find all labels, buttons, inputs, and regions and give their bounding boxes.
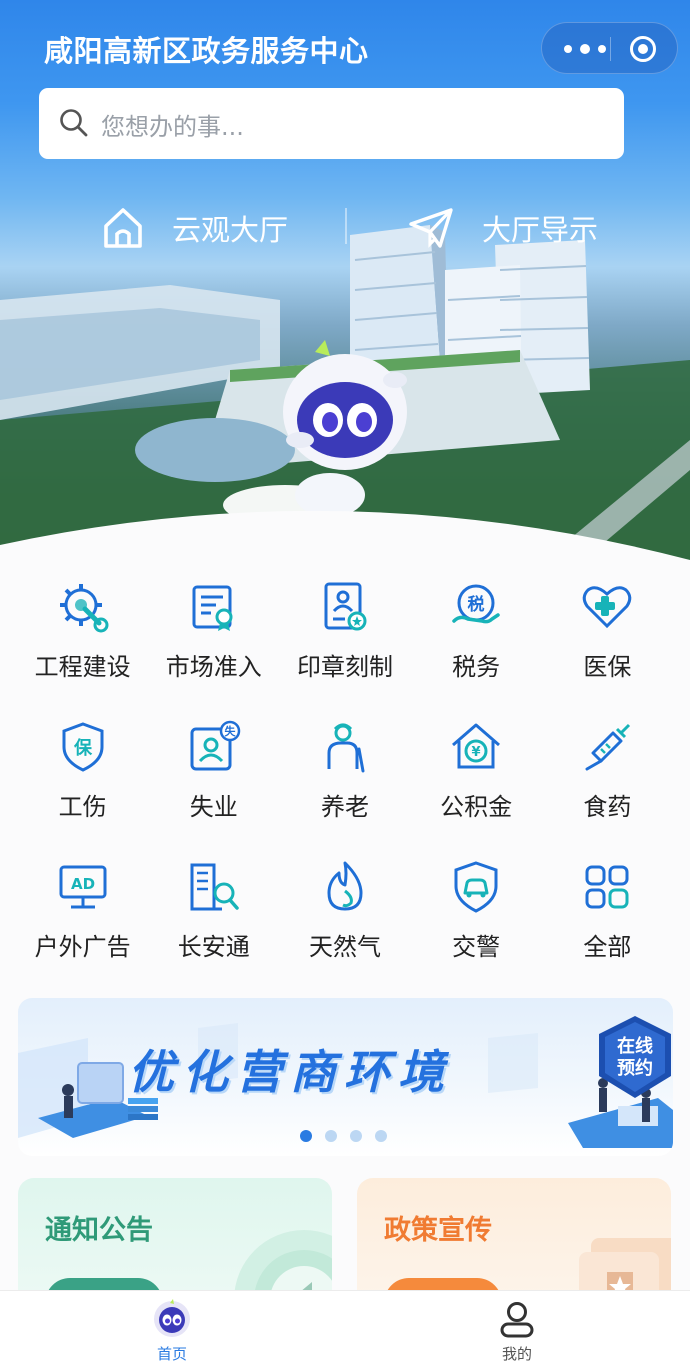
certificate-icon — [192, 585, 233, 631]
service-label: 交警 — [452, 933, 501, 961]
service-outdoor-ads[interactable]: AD 户外广告 — [17, 842, 148, 982]
pagination-dot-active[interactable] — [300, 1130, 312, 1142]
service-engineering[interactable]: 工程建设 — [17, 562, 148, 702]
notice-card-title: 通知公告 — [45, 1215, 153, 1246]
app-title: 咸阳高新区政务服务中心 — [44, 34, 369, 68]
service-label: 税务 — [452, 653, 501, 681]
quick-link-label: 云观大厅 — [172, 213, 289, 247]
paper-plane-icon — [409, 208, 453, 248]
pagination-dot[interactable] — [375, 1130, 387, 1142]
house-yen-icon: ¥ — [452, 723, 501, 769]
svg-text:税: 税 — [468, 594, 485, 615]
service-work-injury[interactable]: 保 工伤 — [17, 702, 148, 842]
user-profile-icon — [500, 1302, 534, 1338]
svg-text:失: 失 — [224, 724, 236, 738]
svg-text:¥: ¥ — [472, 745, 481, 760]
search-placeholder[interactable]: 您想办的事... — [101, 107, 244, 142]
id-seal-icon — [324, 582, 367, 631]
person-card-icon: 失 — [190, 720, 241, 771]
hero-banner: 咸阳高新区政务服务中心 您想办的事... 云观大厅 大厅导示 — [0, 0, 690, 580]
service-label: 市场准入 — [165, 653, 262, 681]
pagination-dot[interactable] — [325, 1130, 337, 1142]
ad-board-icon: AD — [59, 865, 107, 909]
hero-city-illustration — [0, 225, 690, 580]
close-miniprogram-icon[interactable] — [630, 36, 656, 62]
syringe-icon — [585, 723, 631, 771]
service-market-access[interactable]: 市场准入 — [148, 562, 279, 702]
gear-wrench-icon — [59, 584, 109, 633]
service-label: 工程建设 — [34, 653, 131, 681]
flame-icon — [327, 861, 363, 911]
service-label: 工伤 — [58, 793, 107, 821]
service-natural-gas[interactable]: 天然气 — [279, 842, 410, 982]
quick-link-label: 大厅导示 — [482, 213, 599, 247]
tab-home[interactable]: 首页 — [132, 1299, 212, 1364]
search-bar[interactable]: 您想办的事... — [39, 88, 624, 159]
service-seal-engraving[interactable]: 印章刻制 — [279, 562, 410, 702]
tab-home-label: 首页 — [156, 1345, 187, 1363]
bottom-tab-bar: 首页 我的 — [0, 1290, 690, 1366]
service-housing-fund[interactable]: ¥ 公积金 — [411, 702, 542, 842]
service-traffic-police[interactable]: 交警 — [411, 842, 542, 982]
service-unemployment[interactable]: 失 失业 — [148, 702, 279, 842]
service-label: 长安通 — [177, 933, 250, 961]
svg-text:保: 保 — [73, 737, 93, 759]
appointment-badge-label[interactable]: 在线 预约 — [607, 1036, 663, 1080]
heart-plus-icon — [583, 586, 632, 629]
service-label: 公积金 — [440, 793, 513, 821]
service-label: 食药 — [583, 793, 632, 821]
shield-bao-icon: 保 — [62, 722, 104, 772]
service-label: 养老 — [320, 793, 369, 821]
tab-mine-label: 我的 — [501, 1345, 532, 1363]
police-car-shield-icon — [454, 861, 498, 913]
home-mascot-icon — [154, 1299, 190, 1337]
house-icon — [104, 208, 142, 248]
miniprogram-capsule — [541, 22, 678, 74]
tab-mine[interactable]: 我的 — [477, 1299, 557, 1364]
service-label: 全部 — [583, 933, 632, 961]
service-label: 医保 — [583, 653, 632, 681]
pagination-dot[interactable] — [350, 1130, 362, 1142]
more-options-icon[interactable] — [560, 23, 608, 75]
search-icon — [60, 109, 88, 137]
banner-pagination — [300, 1130, 387, 1142]
badge-line1: 在线 — [617, 1036, 653, 1057]
building-search-icon — [190, 863, 239, 911]
service-grid: 工程建设 市场准入 印章刻制 税 税务 医保 保 工伤 失 失业 养老 ¥ 公积… — [17, 562, 673, 982]
service-medical-insurance[interactable]: 医保 — [542, 562, 673, 702]
service-label: 户外广告 — [34, 933, 131, 961]
svg-text:AD: AD — [71, 875, 95, 893]
badge-line2: 预约 — [617, 1058, 653, 1079]
policy-card-title: 政策宣传 — [384, 1215, 492, 1246]
service-label: 失业 — [189, 793, 238, 821]
service-label: 印章刻制 — [296, 653, 393, 681]
service-all[interactable]: 全部 — [542, 842, 673, 982]
elderly-icon — [327, 723, 365, 773]
tax-icon: 税 — [452, 584, 500, 624]
capsule-divider — [610, 37, 611, 61]
service-changan-tong[interactable]: 长安通 — [148, 842, 279, 982]
page: 咸阳高新区政务服务中心 您想办的事... 云观大厅 大厅导示 工程建设 市场准入… — [0, 0, 690, 1366]
grid-four-icon — [585, 865, 629, 909]
service-label: 天然气 — [308, 933, 381, 961]
quick-link-hall-guide[interactable]: 大厅导示 — [408, 200, 598, 256]
banner-title: 优化营商环境 — [128, 1045, 452, 1099]
service-tax[interactable]: 税 税务 — [411, 562, 542, 702]
quick-link-cloud-hall[interactable]: 云观大厅 — [102, 200, 288, 256]
service-food-drug[interactable]: 食药 — [542, 702, 673, 842]
service-pension[interactable]: 养老 — [279, 702, 410, 842]
quick-links-divider — [345, 208, 347, 244]
